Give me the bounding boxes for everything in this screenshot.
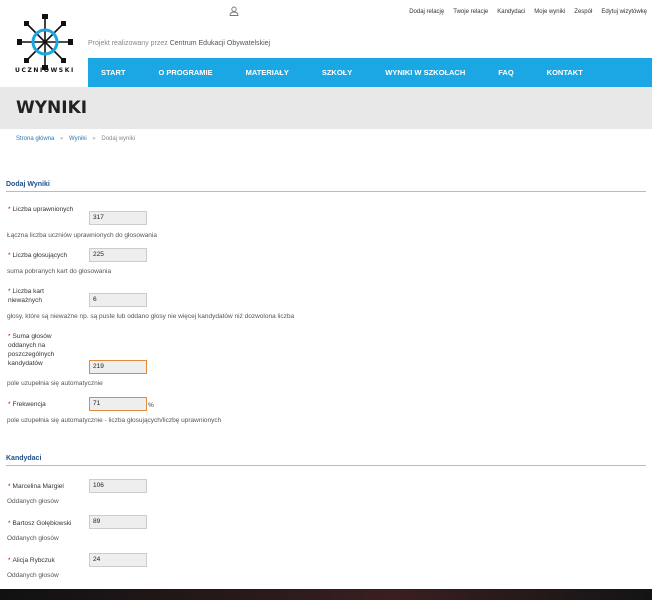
field-label-glosujacych: * Liczba głosujących [8, 251, 88, 260]
nav-o-programie[interactable]: O PROGRAMIE [145, 68, 212, 77]
section-divider [6, 465, 646, 466]
breadcrumb: Strona główna » Wyniki » Dodaj wyniki [16, 136, 135, 142]
breadcrumb-separator: » [92, 136, 96, 142]
input-liczba-glosujacych[interactable]: 225 [89, 248, 147, 262]
unit-percent: % [148, 402, 154, 409]
field-label-suma: * Suma głosów oddanych na poszczególnych … [8, 332, 74, 368]
title-bar: WYNIKI [0, 87, 652, 129]
label-text: Frekwencja [12, 401, 46, 408]
help-candidate-1: Oddanych głosów [7, 498, 59, 505]
breadcrumb-wyniki[interactable]: Wyniki [69, 136, 87, 142]
breadcrumb-separator: » [60, 136, 64, 142]
tagline: Projekt realizowany przez Centrum Edukac… [88, 40, 270, 47]
main-nav: START O PROGRAMIE MATERIAŁY SZKOŁY WYNIK… [88, 58, 652, 87]
label-text: Liczba kart nieważnych [8, 288, 44, 304]
top-link-edytuj-wizytowke[interactable]: Edytuj wizytówkę [601, 9, 647, 15]
logo-text: UCZNIOWSKI [15, 67, 75, 74]
candidate-label: * Bartosz Gołębiowski [8, 519, 92, 528]
input-candidate-3[interactable]: 24 [89, 553, 147, 567]
input-liczba-kart-niewaznych[interactable]: 6 [89, 293, 147, 307]
candidate-name: Bartosz Gołębiowski [12, 520, 72, 527]
nav-wyniki-w-szkolach[interactable]: WYNIKI W SZKOŁACH [372, 68, 465, 77]
section-title-dodaj-wyniki: Dodaj Wyniki [6, 181, 50, 188]
nav-faq[interactable]: FAQ [485, 68, 513, 77]
help-candidate-3: Oddanych głosów [7, 572, 59, 579]
top-link-moje-wyniki[interactable]: Moje wyniki [534, 9, 565, 15]
field-label-niewaznych: * Liczba kart nieważnych [8, 287, 68, 305]
help-glosujacych: suma pobranych kart do głosowania [7, 268, 112, 275]
top-link-zespol[interactable]: Zespół [574, 9, 592, 15]
help-suma: pole uzupełnia się automatycznie [7, 380, 103, 387]
tagline-org: Centrum Edukacji Obywatelskiej [169, 40, 271, 47]
required-mark: * [8, 333, 11, 340]
required-mark: * [8, 288, 11, 295]
top-link-dodaj-relacje[interactable]: Dodaj relację [409, 9, 444, 15]
field-label-frekwencja: * Frekwencja [8, 400, 88, 409]
help-frekwencja: pole uzupełnia się automatycznie - liczb… [7, 417, 222, 424]
input-candidate-2[interactable]: 89 [89, 515, 147, 529]
input-candidate-1[interactable]: 106 [89, 479, 147, 493]
label-text: Liczba głosujących [12, 252, 68, 259]
breadcrumb-current: Dodaj wyniki [101, 136, 136, 142]
label-text: Liczba uprawnionych [12, 206, 74, 213]
section-divider [6, 191, 646, 192]
help-uprawnionych: Łączna liczba uczniów uprawnionych do gł… [7, 232, 157, 239]
required-mark: * [8, 252, 11, 259]
candidate-name: Marcelina Margiel [12, 483, 64, 490]
page-title: WYNIKI [16, 98, 88, 118]
header: UCZNIOWSKI Dodaj relację Twoje relacje K… [0, 0, 652, 74]
user-icon[interactable] [229, 6, 239, 16]
candidate-label: * Alicja Rybczuk [8, 556, 88, 565]
footer-strip [0, 589, 652, 600]
field-label-uprawnionych: * Liczba uprawnionych [8, 205, 78, 214]
required-mark: * [8, 557, 11, 564]
input-suma-glosow[interactable]: 219 [89, 360, 147, 374]
help-niewaznych: głosy, które są nieważne np. są puste lu… [7, 313, 295, 320]
nav-szkoly[interactable]: SZKOŁY [309, 68, 352, 77]
input-frekwencja[interactable]: 71 [89, 397, 147, 411]
required-mark: * [8, 401, 11, 408]
nav-materialy[interactable]: MATERIAŁY [233, 68, 289, 77]
top-link-kandydaci[interactable]: Kandydaci [497, 9, 525, 15]
input-liczba-uprawnionych[interactable]: 317 [89, 211, 147, 225]
tagline-prefix: Projekt realizowany przez [88, 40, 168, 47]
candidate-name: Alicja Rybczuk [12, 557, 55, 564]
label-text: Suma głosów oddanych na poszczególnych k… [8, 333, 55, 367]
required-mark: * [8, 483, 11, 490]
candidate-label: * Marcelina Margiel [8, 482, 88, 491]
help-candidate-2: Oddanych głosów [7, 535, 59, 542]
top-link-twoje-relacje[interactable]: Twoje relacje [453, 9, 488, 15]
breadcrumb-home[interactable]: Strona główna [16, 136, 54, 142]
nav-kontakt[interactable]: KONTAKT [534, 68, 583, 77]
required-mark: * [8, 520, 11, 527]
section-title-kandydaci: Kandydaci [6, 455, 42, 462]
top-links: Dodaj relację Twoje relacje Kandydaci Mo… [409, 9, 647, 15]
nav-start[interactable]: START [88, 68, 125, 77]
required-mark: * [8, 206, 11, 213]
